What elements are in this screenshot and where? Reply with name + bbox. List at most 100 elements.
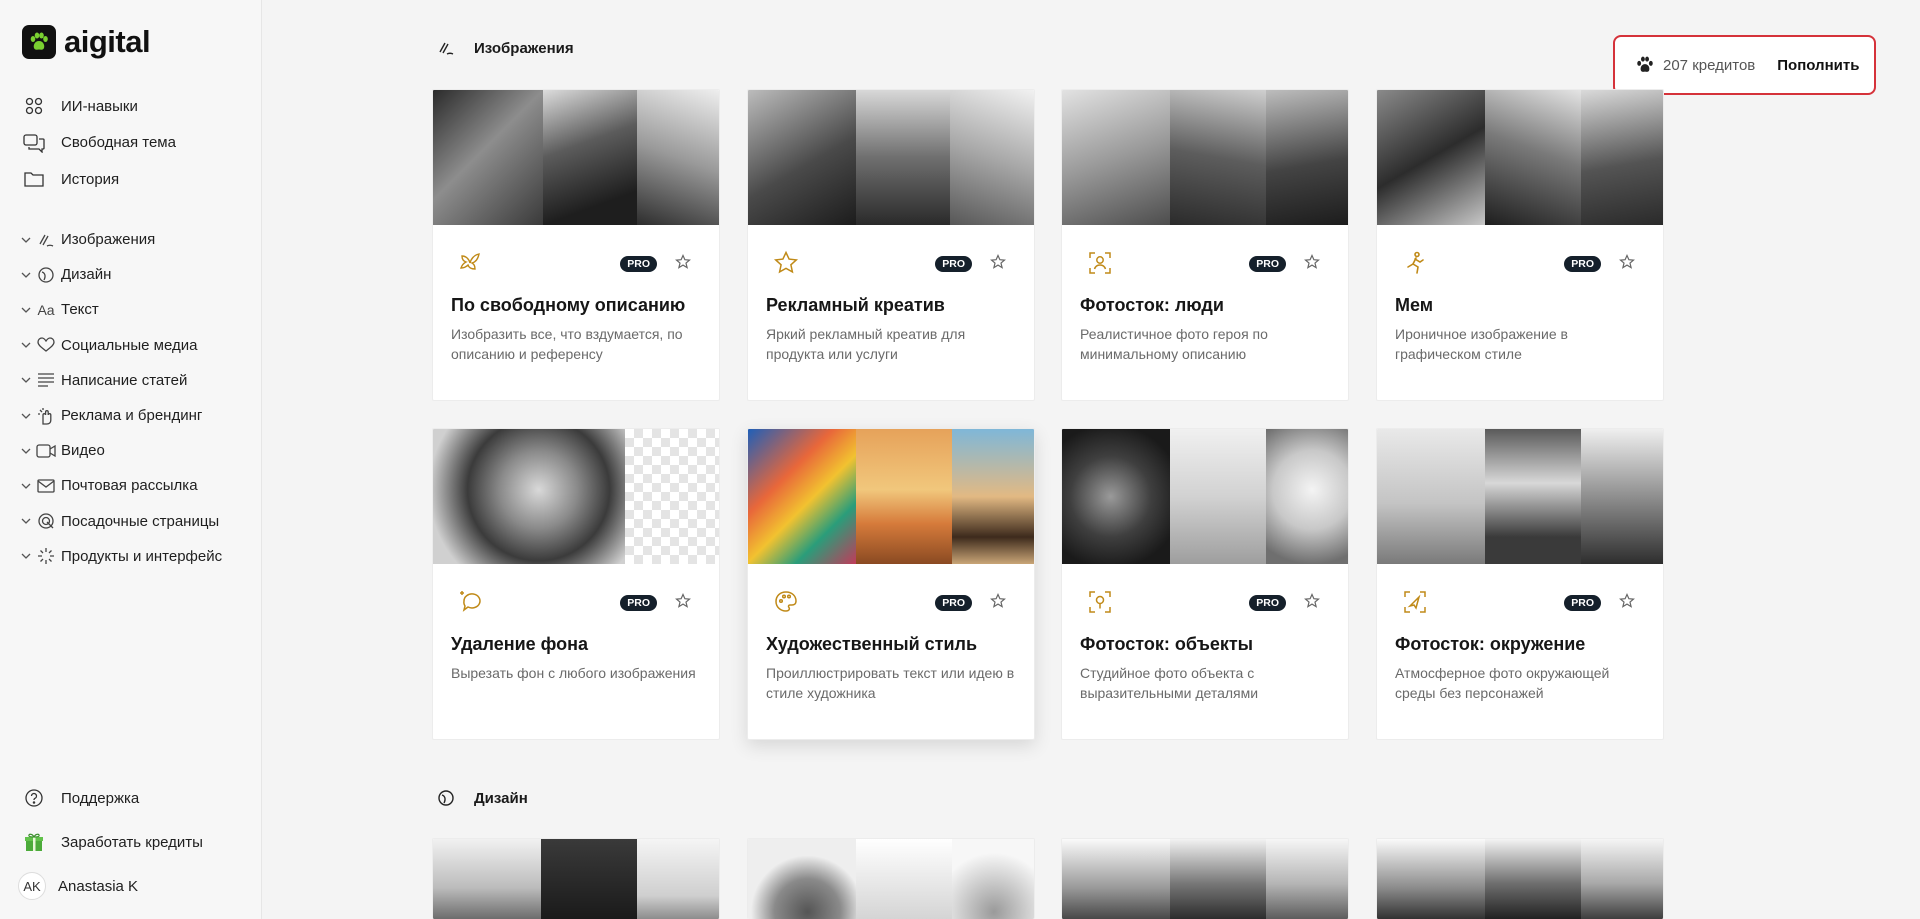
credits-panel: 207 кредитов Пополнить <box>1613 35 1876 95</box>
person-frame-icon <box>1086 249 1114 277</box>
cat-design[interactable]: Дизайн <box>20 257 256 292</box>
favorite-star-icon[interactable] <box>988 252 1008 272</box>
nav-label: Поддержка <box>61 789 140 807</box>
nav-history[interactable]: История <box>22 161 252 198</box>
skill-card-stock-objects[interactable]: PRO Фотосток: объекты Студийное фото объ… <box>1061 428 1349 740</box>
nav-support[interactable]: Поддержка <box>22 776 252 820</box>
pro-badge: PRO <box>935 256 972 272</box>
card-preview-image <box>1377 90 1663 225</box>
favorite-star-icon[interactable] <box>1302 252 1322 272</box>
card-title: Фотосток: объекты <box>1080 634 1254 654</box>
chevron-down-icon <box>20 550 32 562</box>
cat-advertising[interactable]: Реклама и брендинг <box>20 398 256 433</box>
chevron-down-icon <box>20 515 32 527</box>
skill-card-art-style[interactable]: PRO Художественный стиль Проиллюстрирова… <box>747 428 1035 740</box>
chevron-down-icon <box>20 410 32 422</box>
favorite-star-icon[interactable] <box>673 252 693 272</box>
favorite-star-icon[interactable] <box>673 591 693 611</box>
cat-landing-pages[interactable]: Посадочные страницы <box>20 504 256 539</box>
cat-articles[interactable]: Написание статей <box>20 363 256 398</box>
folder-icon <box>22 167 46 191</box>
chevron-down-icon <box>20 445 32 457</box>
card-description: Ироничное изображение в графическом стил… <box>1395 326 1568 362</box>
cat-label: Дизайн <box>61 266 112 284</box>
skill-card-stock-environment[interactable]: PRO Фотосток: окружение Атмосферное фото… <box>1376 428 1664 740</box>
card-description: Изобразить все, что вздумается, по описа… <box>451 326 683 362</box>
skill-card-stock-people[interactable]: PRO Фотосток: люди Реалистичное фото гер… <box>1061 89 1349 401</box>
chevron-down-icon <box>20 480 32 492</box>
card-preview-image <box>433 839 719 919</box>
nav-user-profile[interactable]: AK Anastasia K <box>18 864 252 908</box>
avatar: AK <box>18 872 46 900</box>
card-title: Художественный стиль <box>766 634 978 654</box>
primary-nav: ИИ-навыки Свободная тема История <box>22 88 252 198</box>
chevron-down-icon <box>20 269 32 281</box>
chat-icon <box>22 131 46 155</box>
nav-free-topic[interactable]: Свободная тема <box>22 125 252 162</box>
nav-ai-skills[interactable]: ИИ-навыки <box>22 88 252 125</box>
section-header-images: Изображения <box>436 38 574 58</box>
heart-icon <box>36 335 56 355</box>
favorite-star-icon[interactable] <box>988 591 1008 611</box>
sidebar: aigital ИИ-навыки Свободная тема История… <box>0 0 262 919</box>
cat-text[interactable]: Aa Текст <box>20 292 256 327</box>
nav-label: Свободная тема <box>61 134 176 152</box>
nav-earn-credits[interactable]: Заработать кредиты <box>22 820 252 864</box>
credits-amount: 207 кредитов <box>1663 56 1756 74</box>
mail-icon <box>36 476 56 496</box>
pro-badge: PRO <box>1249 595 1286 611</box>
cat-products[interactable]: Продукты и интерфейс <box>20 539 256 574</box>
gift-icon <box>22 830 46 854</box>
card-title: Фотосток: окружение <box>1395 634 1586 654</box>
running-man-icon <box>1401 249 1429 277</box>
design-card-4[interactable] <box>1376 838 1664 919</box>
pro-badge: PRO <box>935 595 972 611</box>
object-frame-icon <box>1086 588 1114 616</box>
cat-label: Социальные медиа <box>61 336 198 354</box>
card-description: Вырезать фон с любого изображения <box>451 665 696 681</box>
design-card-1[interactable] <box>432 838 720 919</box>
pro-badge: PRO <box>1564 595 1601 611</box>
skill-card-ad-creative[interactable]: PRO Рекламный креатив Яркий рекламный кр… <box>747 89 1035 401</box>
cat-label: Текст <box>61 301 99 319</box>
cat-video[interactable]: Видео <box>20 433 256 468</box>
favorite-star-icon[interactable] <box>1302 591 1322 611</box>
palette-icon <box>36 265 56 285</box>
card-preview-image <box>1062 839 1348 919</box>
cat-social-media[interactable]: Социальные медиа <box>20 328 256 363</box>
favorite-star-icon[interactable] <box>1617 591 1637 611</box>
video-icon <box>36 441 56 461</box>
design-card-2[interactable] <box>747 838 1035 919</box>
paw-logo-icon <box>22 25 56 59</box>
favorite-star-icon[interactable] <box>1617 252 1637 272</box>
pro-badge: PRO <box>620 595 657 611</box>
cat-label: Продукты и интерфейс <box>61 547 223 565</box>
logo[interactable]: aigital <box>22 24 151 60</box>
cat-mailing[interactable]: Почтовая рассылка <box>20 468 256 503</box>
target-icon <box>36 511 56 531</box>
paw-icon <box>1635 55 1655 75</box>
skill-card-remove-background[interactable]: PRO Удаление фона Вырезать фон с любого … <box>432 428 720 740</box>
grid-icon <box>22 94 46 118</box>
pro-badge: PRO <box>620 256 657 272</box>
help-circle-icon <box>22 786 46 810</box>
text-icon: Aa <box>37 301 55 318</box>
pro-badge: PRO <box>1564 256 1601 272</box>
card-description: Атмосферное фото окружающей среды без пе… <box>1395 665 1610 701</box>
card-preview-image <box>1377 429 1663 564</box>
topup-button[interactable]: Пополнить <box>1777 57 1859 74</box>
palette-card-icon <box>772 588 800 616</box>
card-title: Рекламный креатив <box>766 295 945 315</box>
card-description: Яркий рекламный креатив для продукта или… <box>766 326 966 362</box>
card-preview-image <box>748 90 1034 225</box>
logo-text: aigital <box>64 24 151 59</box>
skill-card-free-description[interactable]: PRO По свободному описанию Изобразить вс… <box>432 89 720 401</box>
hand-icon <box>36 406 56 426</box>
skill-card-meme[interactable]: PRO Мем Ироничное изображение в графичес… <box>1376 89 1664 401</box>
card-title: По свободному описанию <box>451 295 686 315</box>
chevron-down-icon <box>20 234 32 246</box>
user-name: Anastasia K <box>58 877 139 895</box>
cat-images[interactable]: Изображения <box>20 222 256 257</box>
pro-badge: PRO <box>1249 256 1286 272</box>
design-card-3[interactable] <box>1061 838 1349 919</box>
